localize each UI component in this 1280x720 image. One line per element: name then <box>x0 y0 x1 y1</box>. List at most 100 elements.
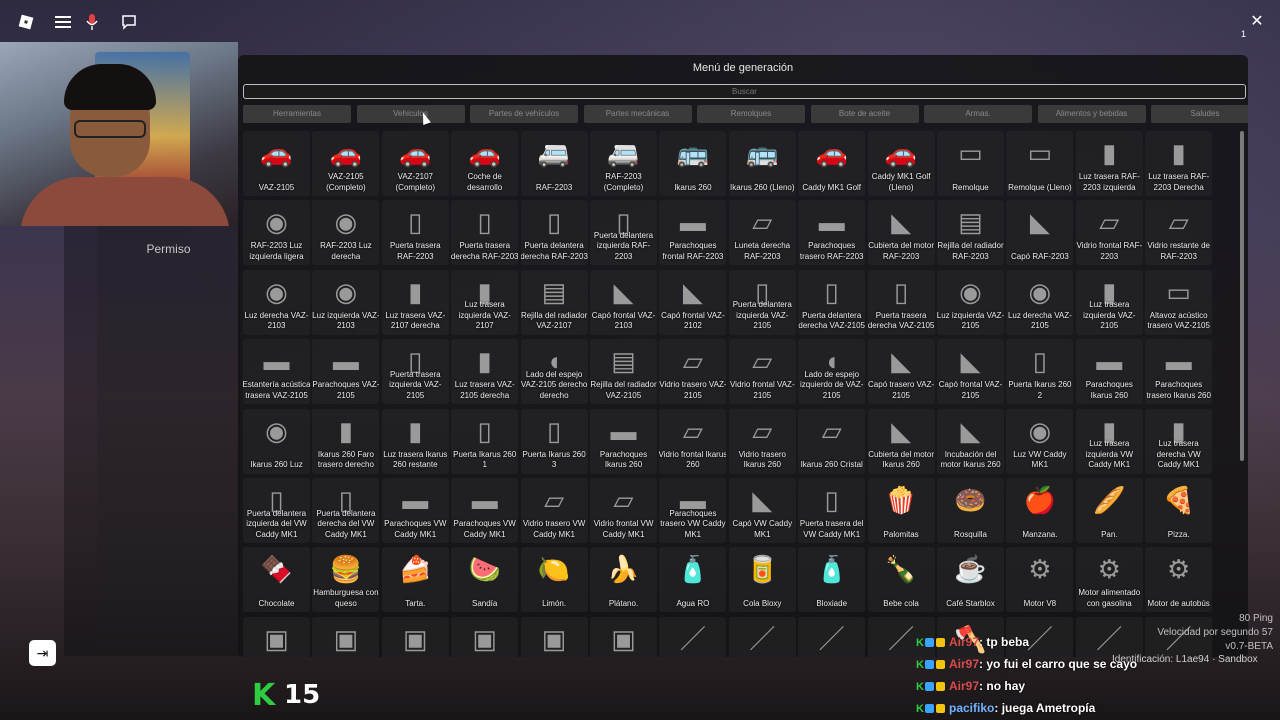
tab-0[interactable]: Herramientas <box>243 105 351 123</box>
grid-item[interactable]: ◣ Capó frontal VAZ-2103 <box>590 269 657 335</box>
grid-item[interactable]: ▱ Vidrio frontal VAZ-2105 <box>728 339 796 405</box>
grid-item[interactable]: 🍾 Bebe cola <box>867 547 935 613</box>
tab-2[interactable]: Partes de vehículos <box>470 105 578 123</box>
tab-4[interactable]: Remolques <box>697 105 805 123</box>
grid-item[interactable]: 🚗 Caddy MK1 Golf <box>798 131 866 196</box>
grid-item[interactable]: ⚙ Motor de autobús <box>1145 547 1213 613</box>
grid-item[interactable]: ▯ Puerta delantera izquierda VAZ-2105 <box>728 269 796 335</box>
grid-item[interactable]: ◉ Luz derecha VAZ-2105 <box>1006 269 1074 335</box>
grid-item[interactable]: ▯ Puerta trasera derecha RAF-2203 <box>451 200 519 266</box>
grid-item[interactable]: ▬ Parachoques VAZ-2105 <box>312 339 380 405</box>
grid-item[interactable]: ▱ Vidrio trasero VAZ-2105 <box>659 339 727 405</box>
grid-item[interactable]: 🚗 Coche de desarrollo <box>451 131 519 196</box>
tab-1[interactable]: Vehículos <box>356 105 465 123</box>
grid-item[interactable]: ◣ Capó VW Caddy MK1 <box>728 478 796 543</box>
grid-item[interactable]: ▯ Puerta trasera RAF-2203 <box>381 200 449 266</box>
grid-item[interactable]: ◉ Luz derecha VAZ-2103 <box>243 269 310 335</box>
grid-item[interactable]: 🚐 RAF-2203 <box>520 131 588 196</box>
grid-item[interactable]: ▮ Luz trasera izquierda VW Caddy MK1 <box>1075 408 1143 474</box>
grid-item[interactable]: ◉ Ikarus 260 Luz <box>243 408 310 474</box>
grid-item[interactable]: ◣ Capó frontal VAZ-2102 <box>659 269 727 335</box>
grid-item[interactable]: ▱ Ikarus 260 Cristal <box>798 408 866 474</box>
grid-item[interactable]: 🍋 Limón. <box>520 547 588 613</box>
grid-item[interactable]: ▯ Puerta trasera izquierda VAZ-2105 <box>381 339 449 405</box>
grid-item[interactable]: 🍎 Manzana. <box>1006 478 1074 543</box>
grid-item[interactable]: 🍿 Palomitas <box>867 478 935 543</box>
microphone-icon[interactable] <box>77 8 107 36</box>
grid-item[interactable]: ▬ Parachoques Ikarus 260 <box>590 408 657 474</box>
grid-item[interactable]: ▣ <box>451 616 519 657</box>
grid-item[interactable]: ▬ Parachoques VW Caddy MK1 <box>451 478 519 543</box>
grid-item[interactable]: ◉ Luz VW Caddy MK1 <box>1006 408 1074 474</box>
grid-item[interactable]: ▯ Puerta delantera derecha del VW Caddy M… <box>312 478 380 543</box>
grid-item[interactable]: ▮ Luz trasera Ikarus 260 restante <box>381 408 449 474</box>
grid-item[interactable]: ▭ Remolque <box>937 131 1004 196</box>
tab-8[interactable]: Saludes <box>1151 105 1248 123</box>
grid-item[interactable]: ▱ Vidrio trasero VW Caddy MK1 <box>520 478 588 543</box>
grid-item[interactable]: ／ <box>798 616 866 657</box>
grid-item[interactable]: 🚌 Ikarus 260 <box>659 131 727 196</box>
grid-item[interactable]: ▣ <box>520 616 588 657</box>
grid-item[interactable]: ☕ Café Starblox <box>937 547 1004 613</box>
grid-item[interactable]: ◣ Cubierta del motor RAF-2203 <box>867 200 935 266</box>
grid-item[interactable]: 🍉 Sandía <box>451 547 519 613</box>
grid-item[interactable]: 🚗 VAZ-2107 (Completo) <box>381 131 449 196</box>
tab-5[interactable]: Bote de aceite <box>810 105 919 123</box>
grid-item[interactable]: ◣ Incubación del motor Ikarus 260 <box>937 408 1004 474</box>
permission-label[interactable]: Permiso <box>97 242 240 256</box>
grid-item[interactable]: ◣ Capó trasero VAZ-2105 <box>867 339 935 405</box>
grid-item[interactable]: ▮ Luz trasera RAF-2203 izquierda <box>1075 131 1143 196</box>
grid-item[interactable]: ▬ Parachoques Ikarus 260 <box>1075 339 1143 405</box>
exit-icon[interactable]: ⇥ <box>29 640 56 666</box>
grid-item[interactable]: ◉ RAF-2203 Luz derecha <box>312 200 380 266</box>
chat-icon[interactable] <box>114 8 144 36</box>
grid-item[interactable]: 🧴 Agua RO <box>659 547 727 613</box>
grid-item[interactable]: ▯ Puerta Ikarus 260 1 <box>451 408 519 474</box>
grid-item[interactable]: ⚙ Motor V8 <box>1006 547 1074 613</box>
grid-item[interactable]: ▯ Puerta trasera derecha VAZ-2105 <box>867 269 935 335</box>
grid-item[interactable]: 🥖 Pan. <box>1075 478 1143 543</box>
hamburger-icon[interactable] <box>48 8 78 36</box>
grid-item[interactable]: 🥫 Cola Bloxy <box>728 547 796 613</box>
roblox-logo-icon[interactable] <box>11 8 41 36</box>
grid-item[interactable]: ▬ Parachoques VW Caddy MK1 <box>381 478 449 543</box>
grid-item[interactable]: ▤ Rejilla del radiador VAZ-2107 <box>520 269 588 335</box>
grid-item[interactable]: ▬ Parachoques frontal RAF-2203 <box>659 200 727 266</box>
grid-item[interactable]: ◉ RAF-2203 Luz izquierda ligera <box>243 200 310 266</box>
grid-item[interactable]: ▱ Luneta derecha RAF-2203 <box>728 200 796 266</box>
grid-item[interactable]: ◖ Lado del espejo VAZ-2105 derecho derech… <box>520 339 588 405</box>
grid-item[interactable]: 🚌 Ikarus 260 (Lleno) <box>728 131 796 196</box>
grid-item[interactable]: 🍫 Chocolate <box>243 547 310 613</box>
grid-item[interactable]: ▬ Parachoques trasero Ikarus 260 <box>1145 339 1213 405</box>
grid-item[interactable]: 🚐 RAF-2203 (Completo) <box>590 131 657 196</box>
grid-item[interactable]: ▮ Luz trasera derecha VW Caddy MK1 <box>1145 408 1213 474</box>
grid-item[interactable]: ▱ Vidrio restante de RAF-2203 <box>1145 200 1213 266</box>
close-icon[interactable]: ✕ <box>1246 11 1268 33</box>
grid-item[interactable]: ◖ Lado de espejo izquierdo de VAZ-2105 <box>798 339 866 405</box>
grid-item[interactable]: ▯ Puerta delantera derecha RAF-2203 <box>520 200 588 266</box>
grid-item[interactable]: ▬ Estantería acústica trasera VAZ-2105 <box>243 339 310 405</box>
grid-item[interactable]: ◉ Luz izquierda VAZ-2103 <box>312 269 380 335</box>
grid-item[interactable]: ／ <box>728 616 796 657</box>
grid-item[interactable]: ▭ Remolque (Lleno) <box>1006 131 1074 196</box>
grid-item[interactable]: ⚙ Motor alimentado con gasolina <box>1075 547 1143 613</box>
grid-item[interactable]: 🍩 Rosquilla <box>937 478 1004 543</box>
grid-item[interactable]: ▯ Puerta delantera izquierda RAF-2203 <box>590 200 657 266</box>
grid-item[interactable]: ▣ <box>590 616 657 657</box>
grid-item[interactable]: 🚗 VAZ-2105 (Completo) <box>312 131 380 196</box>
grid-item[interactable]: 🧴 Bloxiade <box>798 547 866 613</box>
grid-item[interactable]: ◣ Cubierta del motor Ikarus 260 <box>867 408 935 474</box>
grid-item[interactable]: ▮ Luz trasera izquierda VAZ-2105 <box>1075 269 1143 335</box>
tab-3[interactable]: Partes mecánicas <box>583 105 692 123</box>
tab-6[interactable]: Armas. <box>924 105 1032 123</box>
grid-item[interactable]: ▣ <box>243 616 310 657</box>
grid-item[interactable]: ▬ Parachoques trasero VW Caddy MK1 <box>659 478 727 543</box>
grid-item[interactable]: 🚗 VAZ-2105 <box>243 131 310 196</box>
grid-item[interactable]: ▮ Luz trasera RAF-2203 Derecha <box>1145 131 1213 196</box>
grid-item[interactable]: 🍕 Pizza. <box>1145 478 1213 543</box>
grid-item[interactable]: ▣ <box>381 616 449 657</box>
grid-item[interactable]: ▯ Puerta delantera derecha VAZ-2105 <box>798 269 866 335</box>
grid-item[interactable]: 🚗 Caddy MK1 Golf (Lleno) <box>867 131 935 196</box>
grid-item[interactable]: ▤ Rejilla del radiador RAF-2203 <box>937 200 1004 266</box>
grid-item[interactable]: 🍔 Hamburguesa con queso <box>312 547 380 613</box>
